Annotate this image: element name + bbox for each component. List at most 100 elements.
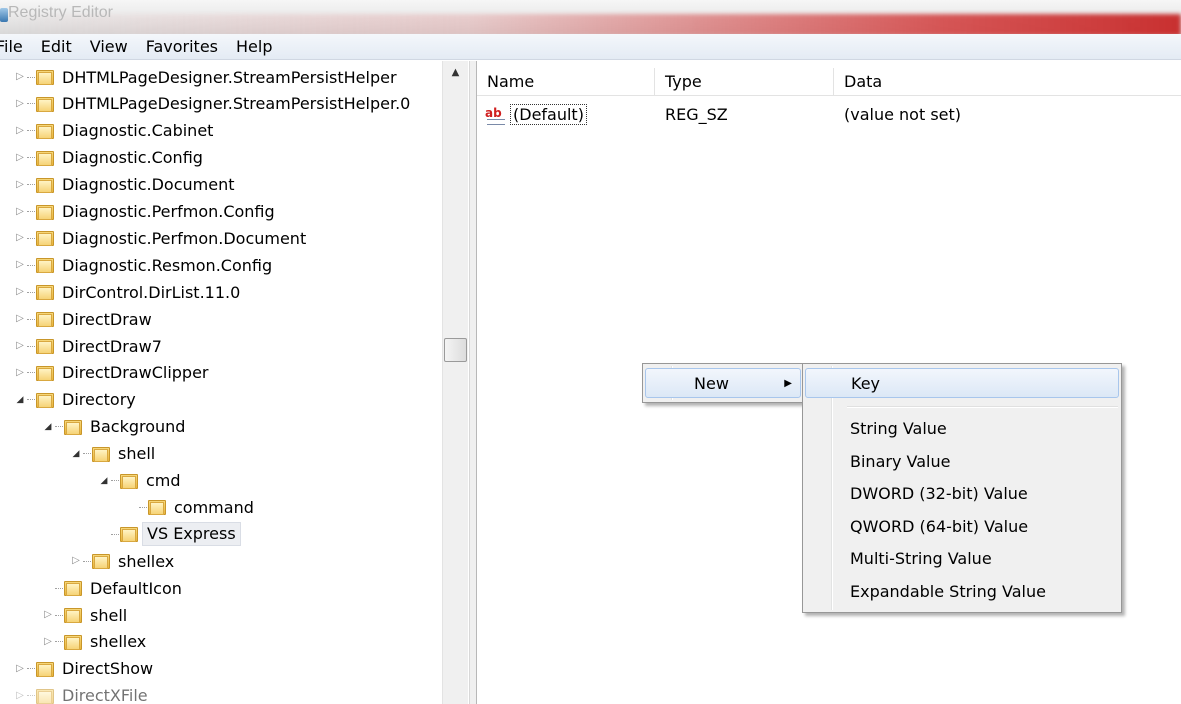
tree-item-label: DirectXFile [62,686,148,704]
column-header-type[interactable]: Type [655,68,834,96]
folder-icon [64,606,84,624]
submenu-string-value[interactable]: String Value [805,414,1119,444]
pane-splitter[interactable] [469,61,477,704]
title-bar-glow [0,14,1181,34]
context-menu-new[interactable]: New ▶ [645,368,801,398]
folder-icon [36,391,56,409]
tree-item-label: DHTMLPageDesigner.StreamPersistHelper.0 [62,94,411,114]
tree-connector-line [139,506,147,508]
tree-item[interactable]: ◢ cmd [98,468,181,494]
expand-arrow-icon[interactable]: ▷ [14,313,26,325]
tree-item[interactable]: ◢ Directory [14,387,136,413]
menu-file[interactable]: File [0,34,32,60]
tree-item[interactable]: command [126,494,254,520]
tree-item[interactable]: ▷ DirectXFile [14,683,148,704]
expand-arrow-icon[interactable]: ▷ [14,179,26,191]
tree-connector-line [27,318,35,320]
tree-item[interactable]: ▷ shellex [70,548,174,574]
expand-arrow-icon[interactable]: ▷ [14,98,26,110]
list-row-default-name[interactable]: ab (Default) [485,101,587,129]
string-value-icon: ab [485,106,507,126]
tree-connector-line [27,291,35,293]
tree-item[interactable]: ▷ DirectDrawClipper [14,360,208,386]
expand-arrow-icon[interactable]: ▷ [14,206,26,218]
tree-item-label: Diagnostic.Cabinet [62,121,214,141]
tree-item[interactable]: ▷ Diagnostic.Document [14,172,234,198]
tree-vertical-scrollbar[interactable]: ▲ [442,61,468,704]
submenu-dword-value[interactable]: DWORD (32-bit) Value [805,479,1119,509]
tree-item[interactable]: ▷ Diagnostic.Perfmon.Config [14,199,275,225]
tree-connector [42,582,54,594]
submenu-key-label: Key [851,374,881,393]
expand-arrow-icon[interactable]: ▷ [14,663,26,675]
submenu-multi-string-value[interactable]: Multi-String Value [805,544,1119,574]
expand-arrow-icon[interactable]: ▷ [14,690,26,702]
column-header-name[interactable]: Name [477,68,655,96]
expand-arrow-icon[interactable]: ▷ [70,555,82,567]
menu-edit[interactable]: Edit [32,34,81,60]
tree-item[interactable]: DefaultIcon [42,575,182,601]
tree-item[interactable]: ▷ Diagnostic.Perfmon.Document [14,225,306,251]
menu-bar: File Edit View Favorites Help [0,34,1181,60]
expand-arrow-icon[interactable]: ▷ [14,367,26,379]
tree-item[interactable]: ◢ Background [42,414,186,440]
tree-item[interactable]: ▷ DHTMLPageDesigner.StreamPersistHelper.0 [14,91,410,117]
tree-item-label: DirControl.DirList.11.0 [62,282,241,302]
folder-icon [36,122,56,140]
tree-item[interactable]: ▷ DirectShow [14,656,153,682]
tree-item[interactable]: ◢ shell [70,441,156,467]
tree-item-label: Directory [62,390,136,410]
folder-icon [36,283,56,301]
scroll-up-arrow-icon[interactable]: ▲ [443,67,468,83]
tree-item-label: Diagnostic.Config [62,148,203,168]
folder-icon [36,176,56,194]
tree-item[interactable]: ▷ Diagnostic.Resmon.Config [14,252,272,278]
expand-arrow-icon[interactable]: ▷ [42,609,54,621]
folder-icon [64,579,84,597]
tree-item[interactable]: ▷ shellex [42,629,146,655]
expand-arrow-icon[interactable]: ▷ [42,636,54,648]
column-header-data[interactable]: Data [834,68,1181,96]
tree-connector-line [27,345,35,347]
expand-arrow-icon[interactable]: ▷ [14,340,26,352]
tree-item[interactable]: ▷ DirectDraw [14,306,152,332]
tree-item[interactable]: ▷ Diagnostic.Cabinet [14,118,213,144]
collapse-arrow-icon[interactable]: ◢ [70,448,82,460]
expand-arrow-icon[interactable]: ▷ [14,286,26,298]
tree-connector-line [55,641,63,643]
window-title: Registry Editor [8,4,113,21]
submenu-key[interactable]: Key [805,368,1119,398]
submenu-qword-value[interactable]: QWORD (64-bit) Value [805,512,1119,542]
menu-favorites[interactable]: Favorites [137,34,227,60]
submenu-item-label: DWORD (32-bit) Value [850,484,1028,503]
tree-item-label: command [174,497,254,517]
menu-help[interactable]: Help [227,34,281,60]
tree-item-label: DirectDraw7 [62,336,162,356]
tree-item[interactable]: ▷ Diagnostic.Config [14,145,203,171]
tree-item[interactable]: VS Express [98,521,241,547]
tree-connector-line [27,76,35,78]
expand-arrow-icon[interactable]: ▷ [14,71,26,83]
tree-connector-line [27,264,35,266]
expand-arrow-icon[interactable]: ▷ [14,152,26,164]
expand-arrow-icon[interactable]: ▷ [14,259,26,271]
expand-arrow-icon[interactable]: ▷ [14,232,26,244]
scrollbar-thumb[interactable] [444,338,467,362]
collapse-arrow-icon[interactable]: ◢ [14,394,26,406]
tree-item[interactable]: ▷ DirectDraw7 [14,333,162,359]
collapse-arrow-icon[interactable]: ◢ [42,421,54,433]
submenu-item-label: QWORD (64-bit) Value [850,517,1029,536]
tree-item[interactable]: ▷ shell [42,602,127,628]
menu-view[interactable]: View [81,34,137,60]
folder-icon [64,418,84,436]
tree-item-label: Diagnostic.Perfmon.Config [62,202,275,221]
expand-arrow-icon[interactable]: ▷ [14,125,26,137]
tree-item[interactable]: ▷ DirControl.DirList.11.0 [14,279,240,305]
context-menu-new-label: New [694,374,729,393]
collapse-arrow-icon[interactable]: ◢ [98,475,110,487]
folder-icon [36,203,56,221]
registry-key-tree[interactable]: ▷ DHTMLPageDesigner.StreamPersistHelper ▷ D… [0,61,468,704]
submenu-expandable-string-value[interactable]: Expandable String Value [805,577,1119,607]
tree-item[interactable]: ▷ DHTMLPageDesigner.StreamPersistHelper [14,64,396,90]
submenu-binary-value[interactable]: Binary Value [805,447,1119,477]
